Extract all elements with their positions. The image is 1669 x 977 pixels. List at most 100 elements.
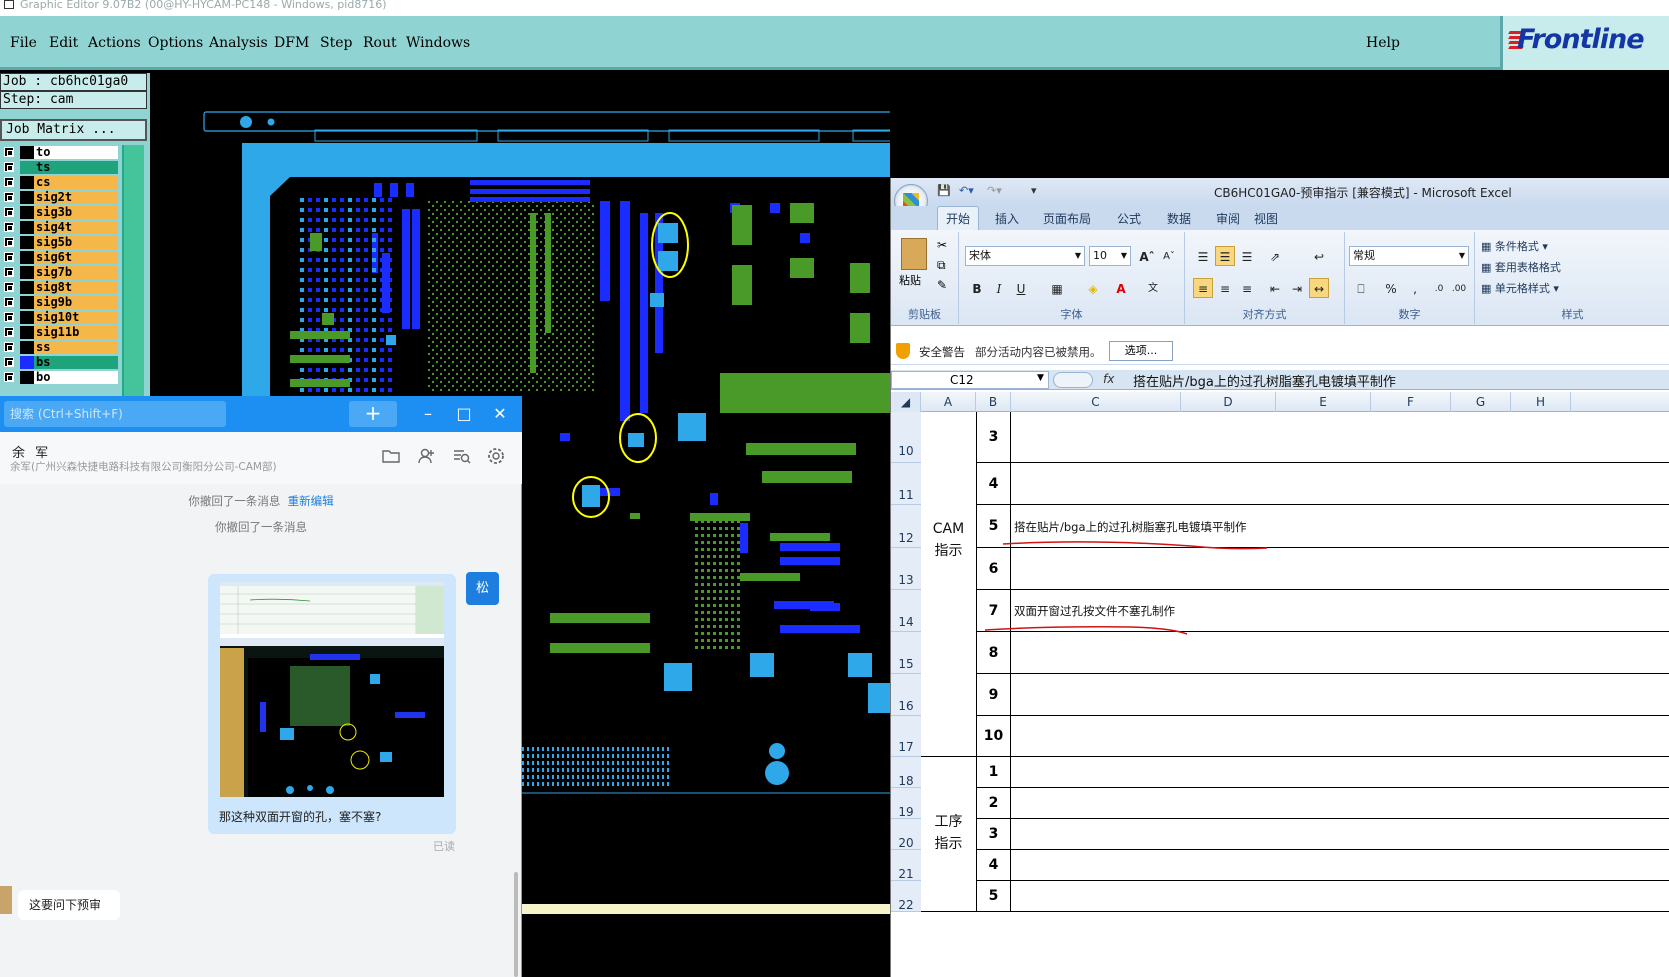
cell-c[interactable]	[1011, 674, 1669, 716]
layer-color-swatch[interactable]	[20, 206, 34, 219]
layer-row[interactable]: sig11b	[0, 325, 122, 340]
row-header[interactable]: 15	[891, 632, 921, 674]
menu-dfm[interactable]: DFM	[274, 35, 309, 51]
layer-color-swatch[interactable]	[20, 296, 34, 309]
cell-b[interactable]: 9	[976, 674, 1011, 716]
phonetic-icon[interactable]: 文	[1143, 278, 1163, 298]
add-button[interactable]: +	[349, 401, 397, 427]
save-icon[interactable]: 💾	[937, 184, 951, 197]
cell-b[interactable]: 10	[976, 716, 1011, 757]
layer-name[interactable]: sig2t	[34, 191, 118, 204]
layer-name[interactable]: cs	[34, 176, 118, 189]
font-color-icon[interactable]: A	[1111, 278, 1131, 298]
screenshot-thumbnail[interactable]	[220, 582, 444, 797]
menu-actions[interactable]: Actions	[88, 35, 141, 51]
layer-color-swatch[interactable]	[20, 161, 34, 174]
cell-b[interactable]: 2	[976, 788, 1011, 819]
layer-toggle-checkbox[interactable]	[4, 177, 14, 187]
layer-color-swatch[interactable]	[20, 356, 34, 369]
layer-list-scrollbar[interactable]	[122, 145, 144, 420]
maximize-icon[interactable]: □	[453, 403, 475, 425]
layer-toggle-checkbox[interactable]	[4, 372, 14, 382]
layer-name[interactable]: sig8t	[34, 281, 118, 294]
cell-b[interactable]: 7	[976, 590, 1011, 632]
increase-indent-icon[interactable]: ⇥	[1287, 278, 1307, 298]
cell-c[interactable]	[1011, 788, 1669, 819]
layer-color-swatch[interactable]	[20, 311, 34, 324]
layer-toggle-checkbox[interactable]	[4, 342, 14, 352]
layer-toggle-checkbox[interactable]	[4, 237, 14, 247]
chat-scrollbar[interactable]	[514, 872, 518, 977]
cell-c[interactable]	[1011, 463, 1669, 505]
layer-toggle-checkbox[interactable]	[4, 192, 14, 202]
layer-row[interactable]: sig4t	[0, 220, 122, 235]
align-center-icon[interactable]: ≡	[1215, 278, 1235, 298]
qat-customize-icon[interactable]: ▾	[1031, 184, 1037, 197]
layer-name[interactable]: sig11b	[34, 326, 118, 339]
layer-color-swatch[interactable]	[20, 281, 34, 294]
ribbon-tab[interactable]: 公式	[1117, 210, 1141, 227]
layer-toggle-checkbox[interactable]	[4, 282, 14, 292]
cell-b[interactable]: 4	[976, 463, 1011, 505]
row-header[interactable]: 18	[891, 757, 921, 788]
shrink-font-icon[interactable]: Aˇ	[1159, 246, 1179, 266]
layer-name[interactable]: ts	[34, 161, 118, 174]
re-edit-link[interactable]: 重新编辑	[288, 494, 334, 508]
column-header[interactable]: D	[1181, 392, 1276, 412]
layer-toggle-checkbox[interactable]	[4, 162, 14, 172]
menu-edit[interactable]: Edit	[49, 35, 78, 51]
layer-toggle-checkbox[interactable]	[4, 327, 14, 337]
formula-input[interactable]: 搭在贴片/bga上的过孔树脂塞孔电镀填平制作	[1133, 371, 1396, 390]
column-header[interactable]: A	[921, 392, 976, 412]
layer-row[interactable]: ss	[0, 340, 122, 355]
row-header[interactable]: 13	[891, 548, 921, 590]
layer-color-swatch[interactable]	[20, 326, 34, 339]
cell-b[interactable]: 1	[976, 757, 1011, 788]
layer-name[interactable]: sig4t	[34, 221, 118, 234]
job-matrix-button[interactable]: Job Matrix ...	[0, 119, 147, 141]
orientation-icon[interactable]: ⇗	[1265, 246, 1285, 266]
layer-row[interactable]: sig10t	[0, 310, 122, 325]
layer-row[interactable]: sig5b	[0, 235, 122, 250]
layer-color-swatch[interactable]	[20, 191, 34, 204]
layer-row[interactable]: cs	[0, 175, 122, 190]
align-top-icon[interactable]: ☰	[1193, 246, 1213, 266]
layer-name[interactable]: sig10t	[34, 311, 118, 324]
layer-toggle-checkbox[interactable]	[4, 252, 14, 262]
column-header[interactable]: C	[1011, 392, 1181, 412]
column-header[interactable]: G	[1451, 392, 1511, 412]
decrease-indent-icon[interactable]: ⇤	[1265, 278, 1285, 298]
layer-name[interactable]: to	[34, 146, 118, 159]
close-icon[interactable]: ✕	[489, 403, 511, 425]
row-header[interactable]: 11	[891, 463, 921, 505]
cell-styles-button[interactable]: ▦ 单元格样式 ▾	[1481, 280, 1559, 296]
column-header[interactable]: E	[1276, 392, 1371, 412]
align-right-icon[interactable]: ≡	[1237, 278, 1257, 298]
layer-name[interactable]: sig9b	[34, 296, 118, 309]
cell-c[interactable]	[1011, 548, 1669, 590]
increase-decimal-icon[interactable]: .0	[1429, 278, 1449, 298]
layer-row[interactable]: sig6t	[0, 250, 122, 265]
row-header[interactable]: 19	[891, 788, 921, 819]
copy-icon[interactable]: ⧉	[937, 258, 946, 273]
cell-c[interactable]	[1011, 757, 1669, 788]
decrease-decimal-icon[interactable]: .00	[1449, 278, 1469, 298]
layer-name[interactable]: sig7b	[34, 266, 118, 279]
cell-b[interactable]: 6	[976, 548, 1011, 590]
font-name-select[interactable]: 宋体 ▼	[965, 246, 1085, 266]
menu-step[interactable]: Step	[320, 35, 352, 51]
select-all-corner[interactable]: ◢	[891, 392, 921, 412]
name-box[interactable]: C12	[891, 371, 1049, 389]
add-member-icon[interactable]	[416, 446, 436, 466]
ribbon-tab[interactable]: 数据	[1167, 210, 1191, 227]
conditional-format-button[interactable]: ▦ 条件格式 ▾	[1481, 238, 1548, 254]
cell-b[interactable]: 8	[976, 632, 1011, 674]
wrap-text-icon[interactable]: ↩	[1309, 246, 1329, 266]
layer-toggle-checkbox[interactable]	[4, 312, 14, 322]
folder-icon[interactable]	[381, 446, 401, 466]
layer-color-swatch[interactable]	[20, 176, 34, 189]
layer-color-swatch[interactable]	[20, 371, 34, 384]
column-header[interactable]: H	[1511, 392, 1571, 412]
row-header[interactable]: 14	[891, 590, 921, 632]
layer-row[interactable]: sig2t	[0, 190, 122, 205]
